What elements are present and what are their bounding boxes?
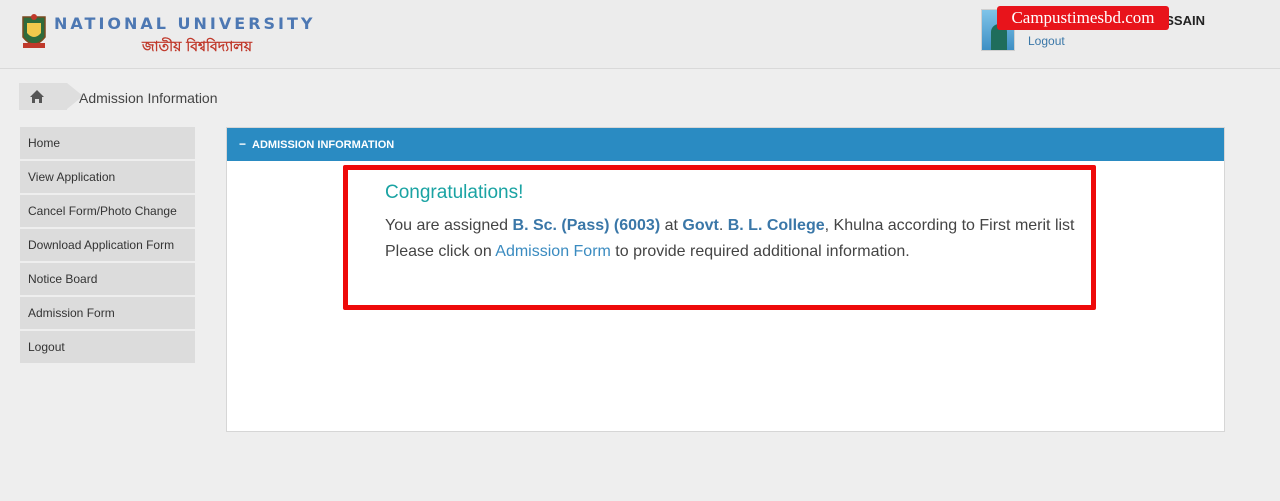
- sidebar-item-logout[interactable]: Logout: [20, 331, 195, 365]
- instruction-prefix: Please click on: [385, 243, 496, 260]
- sidebar-item-notice-board[interactable]: Notice Board: [20, 263, 195, 297]
- panel-header[interactable]: − ADMISSION INFORMATION: [227, 128, 1224, 161]
- assignment-notice: Congratulations! You are assigned B. Sc.…: [343, 165, 1096, 310]
- assignment-text: You are assigned B. Sc. (Pass) (6003) at…: [385, 213, 1075, 239]
- congrats-heading: Congratulations!: [385, 182, 524, 203]
- logo-subtitle: জাতীয় বিশ্ববিদ্যালয়: [142, 39, 252, 55]
- watermark-badge: Campustimesbd.com: [997, 6, 1169, 30]
- sidebar-item-cancel-form[interactable]: Cancel Form/Photo Change: [20, 195, 195, 229]
- sidebar-item-view-application[interactable]: View Application: [20, 161, 195, 195]
- admission-panel: − ADMISSION INFORMATION Congratulations! …: [226, 127, 1225, 432]
- panel-title: ADMISSION INFORMATION: [252, 139, 395, 151]
- top-header: NATIONAL UNIVERSITY জাতীয় বিশ্ববিদ্যালয…: [0, 0, 1280, 69]
- subject-name: B. Sc. (Pass) (6003): [512, 217, 661, 234]
- breadcrumb-current: Admission Information: [79, 90, 218, 106]
- instruction-text: Please click on Admission Form to provid…: [385, 239, 1075, 265]
- logo-title: NATIONAL UNIVERSITY: [54, 14, 316, 33]
- sidebar-item-admission-form[interactable]: Admission Form: [20, 297, 195, 331]
- university-emblem-icon: [22, 14, 46, 48]
- college-name-b: B. L. College: [723, 217, 825, 234]
- collapse-icon[interactable]: −: [239, 137, 246, 151]
- assignment-suffix: , Khulna according to First merit list: [824, 217, 1075, 234]
- sidebar-item-download-application[interactable]: Download Application Form: [20, 229, 195, 263]
- admission-form-link[interactable]: Admission Form: [495, 243, 611, 260]
- college-name-a: Govt: [682, 217, 719, 234]
- sidebar-menu: Home View Application Cancel Form/Photo …: [20, 127, 195, 365]
- sidebar-item-home[interactable]: Home: [20, 127, 195, 161]
- assignment-prefix: You are assigned: [385, 217, 513, 234]
- assignment-at: at: [660, 217, 683, 234]
- home-icon: [30, 90, 44, 103]
- breadcrumb-home[interactable]: [19, 83, 83, 110]
- instruction-suffix: to provide required additional informati…: [610, 243, 910, 260]
- header-logout-link[interactable]: Logout: [1028, 34, 1065, 48]
